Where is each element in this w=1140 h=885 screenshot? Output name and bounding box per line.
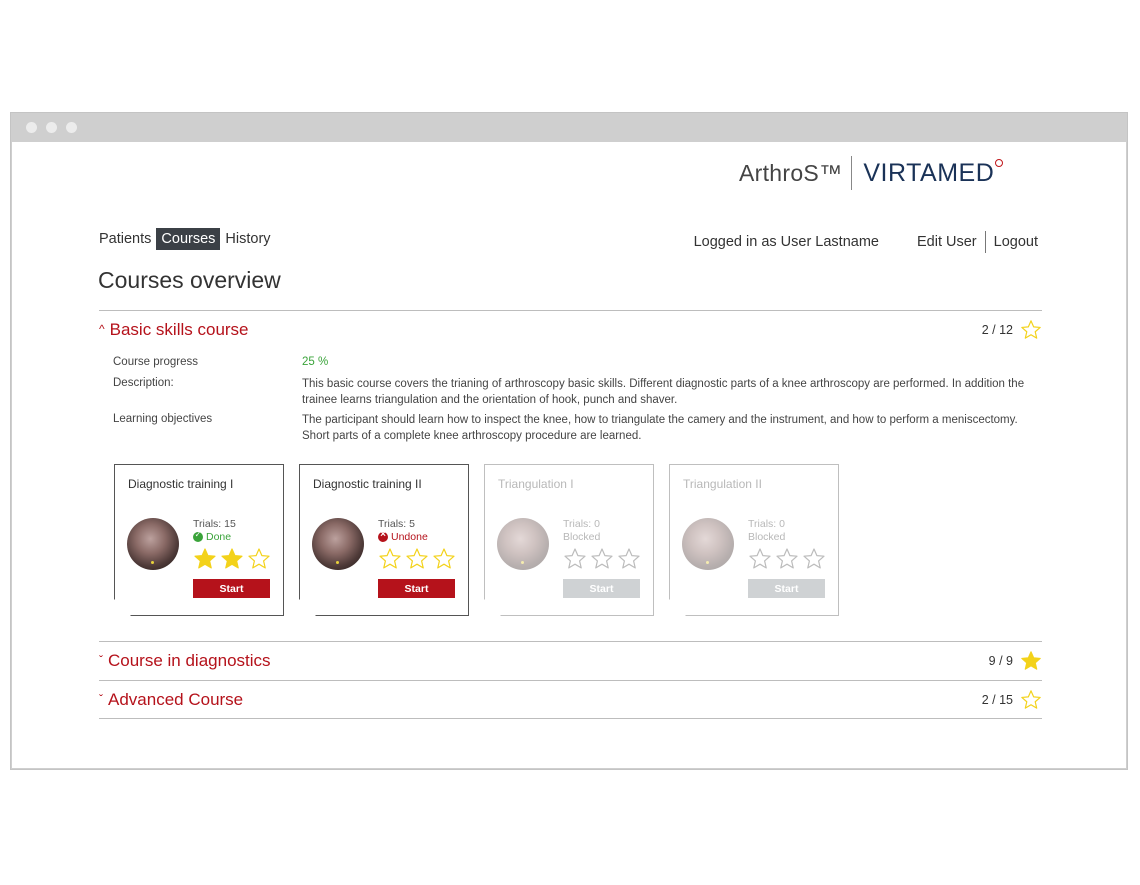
module-card: Triangulation I Trials: 0 Blocked Start bbox=[484, 464, 654, 616]
user-area: Logged in as User Lastname Edit User Log… bbox=[694, 231, 1038, 253]
course-count: 9 / 9 bbox=[988, 654, 1013, 668]
module-card: Triangulation II Trials: 0 Blocked Start bbox=[669, 464, 839, 616]
check-circle-icon bbox=[193, 532, 203, 542]
module-card[interactable]: Diagnostic training II Trials: 5 Undone … bbox=[299, 464, 469, 616]
star-empty-icon bbox=[748, 547, 772, 571]
start-button-disabled: Start bbox=[563, 579, 640, 598]
course-section-diagnostics: ˇ Course in diagnostics 9 / 9 bbox=[99, 641, 1042, 679]
course-section-basic: ^ Basic skills course 2 / 12 bbox=[99, 310, 1042, 348]
module-thumbnail bbox=[312, 518, 364, 570]
star-empty-icon bbox=[775, 547, 799, 571]
star-empty-icon bbox=[247, 547, 271, 571]
module-thumbnail bbox=[127, 518, 179, 570]
module-status: Blocked bbox=[748, 531, 786, 543]
app-content: ArthroS™ VIRTAMED Patients Courses Histo… bbox=[11, 142, 1127, 769]
login-status: Logged in as User Lastname bbox=[693, 234, 879, 250]
module-title: Triangulation I bbox=[498, 477, 574, 491]
module-card[interactable]: Diagnostic training I Trials: 15 Done St… bbox=[114, 464, 284, 616]
course-title[interactable]: ^ Basic skills course bbox=[99, 320, 249, 340]
course-header[interactable]: ^ Basic skills course 2 / 12 bbox=[99, 311, 1042, 348]
module-title: Diagnostic training I bbox=[128, 477, 234, 491]
page-title: Courses overview bbox=[98, 267, 281, 293]
course-section-advanced: ˇ Advanced Course 2 / 15 bbox=[99, 680, 1042, 718]
objectives-label: Learning objectives bbox=[113, 413, 213, 425]
star-empty-icon bbox=[563, 547, 587, 571]
module-trials: Trials: 0 bbox=[748, 518, 785, 530]
star-empty-icon bbox=[1021, 690, 1041, 709]
module-title: Diagnostic training II bbox=[313, 477, 422, 491]
window-maximize-dot[interactable] bbox=[66, 122, 77, 133]
module-rating bbox=[563, 547, 641, 571]
chevron-up-icon: ^ bbox=[99, 322, 105, 336]
module-title: Triangulation II bbox=[683, 477, 762, 491]
start-button[interactable]: Start bbox=[193, 579, 270, 598]
company-logo: VIRTAMED bbox=[863, 158, 995, 187]
module-rating bbox=[378, 547, 456, 571]
module-rating bbox=[193, 547, 271, 571]
star-empty-icon bbox=[1021, 320, 1041, 339]
module-rating bbox=[748, 547, 826, 571]
module-status: Blocked bbox=[563, 531, 601, 543]
course-count: 2 / 12 bbox=[981, 323, 1013, 337]
description-text: This basic course covers the trianing of… bbox=[302, 378, 1025, 406]
module-trials: Trials: 0 bbox=[563, 518, 600, 530]
logo-cross-icon bbox=[995, 159, 1004, 167]
product-name: ArthroS™ bbox=[739, 159, 843, 186]
chevron-down-icon: ˇ bbox=[99, 692, 103, 706]
chevron-down-icon: ˇ bbox=[99, 653, 103, 667]
window-close-dot[interactable] bbox=[26, 122, 37, 133]
description-label: Description: bbox=[113, 377, 174, 389]
objectives-text: The participant should learn how to insp… bbox=[302, 414, 1018, 442]
module-trials: Trials: 15 bbox=[193, 518, 236, 530]
progress-value: 25 % bbox=[302, 356, 329, 368]
course-header[interactable]: ˇ Advanced Course 2 / 15 bbox=[99, 681, 1042, 718]
main-nav: Patients Courses History bbox=[94, 228, 276, 250]
star-empty-icon bbox=[405, 547, 429, 571]
star-empty-icon bbox=[590, 547, 614, 571]
star-empty-icon bbox=[432, 547, 456, 571]
start-button[interactable]: Start bbox=[378, 579, 455, 598]
section-divider bbox=[99, 718, 1042, 719]
course-title[interactable]: ˇ Advanced Course bbox=[99, 690, 243, 710]
course-header[interactable]: ˇ Course in diagnostics 9 / 9 bbox=[99, 642, 1042, 679]
progress-label: Course progress bbox=[113, 356, 199, 368]
star-filled-icon bbox=[193, 547, 217, 571]
star-filled-icon bbox=[1021, 651, 1041, 670]
x-circle-icon bbox=[378, 532, 388, 542]
course-title[interactable]: ˇ Course in diagnostics bbox=[99, 651, 271, 671]
module-status: Undone bbox=[378, 531, 428, 543]
star-filled-icon bbox=[220, 547, 244, 571]
user-divider bbox=[984, 231, 986, 253]
edit-user-link[interactable]: Edit User bbox=[917, 234, 977, 250]
star-empty-icon bbox=[617, 547, 641, 571]
brand-divider bbox=[851, 156, 853, 190]
start-button-disabled: Start bbox=[748, 579, 825, 598]
course-count: 2 / 15 bbox=[981, 693, 1013, 707]
browser-window: ArthroS™ VIRTAMED Patients Courses Histo… bbox=[10, 112, 1128, 770]
window-titlebar bbox=[11, 113, 1127, 142]
nav-history[interactable]: History bbox=[220, 228, 275, 250]
module-thumbnail bbox=[682, 518, 734, 570]
logout-link[interactable]: Logout bbox=[994, 234, 1038, 250]
brand-header: ArthroS™ VIRTAMED bbox=[739, 156, 1004, 190]
nav-patients[interactable]: Patients bbox=[94, 228, 156, 250]
star-empty-icon bbox=[378, 547, 402, 571]
module-status: Done bbox=[193, 531, 231, 543]
star-empty-icon bbox=[802, 547, 826, 571]
module-thumbnail bbox=[497, 518, 549, 570]
nav-courses[interactable]: Courses bbox=[156, 228, 221, 250]
window-minimize-dot[interactable] bbox=[46, 122, 57, 133]
